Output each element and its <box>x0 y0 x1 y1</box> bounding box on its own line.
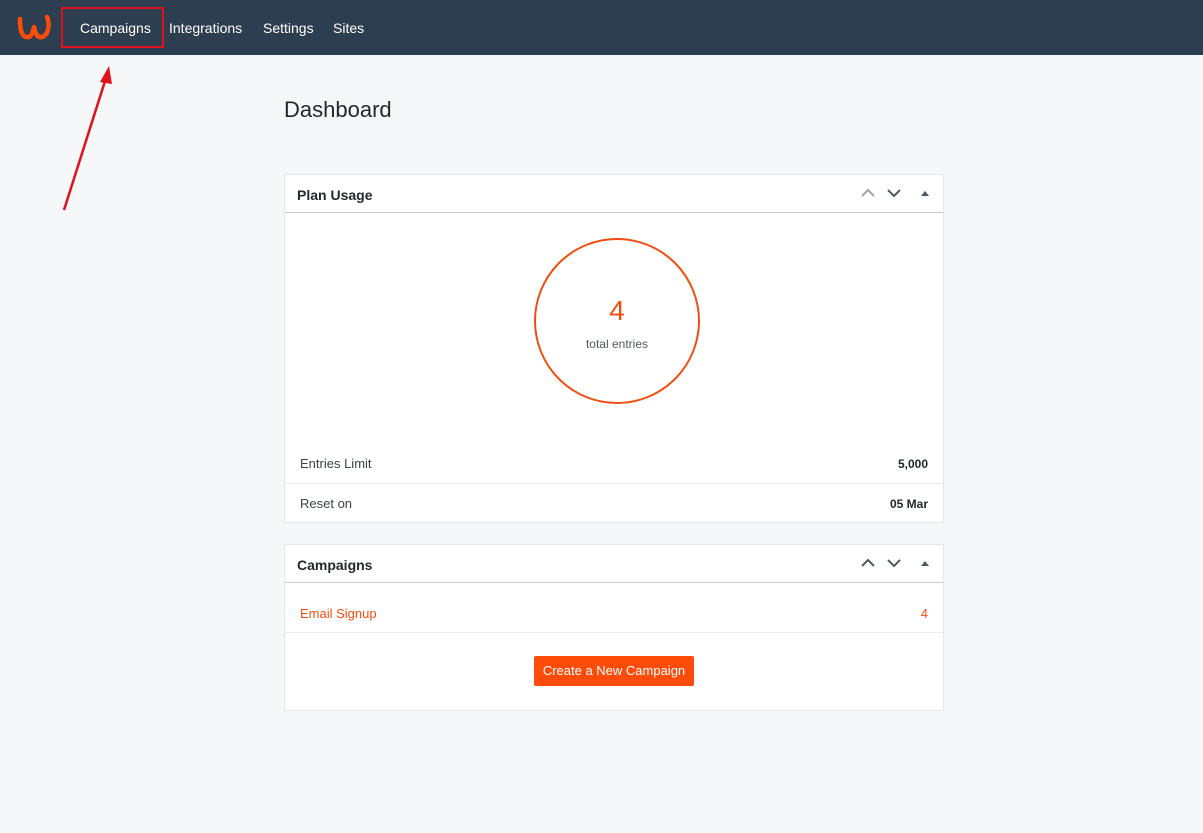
reset-on-value: 05 Mar <box>889 497 928 511</box>
move-down-icon[interactable] <box>885 554 903 572</box>
campaign-entry-count: 4 <box>920 606 928 621</box>
panel-header: Campaigns <box>285 545 943 583</box>
move-up-icon[interactable] <box>859 554 877 572</box>
create-campaign-button[interactable]: Create a New Campaign <box>534 656 694 686</box>
nav-integrations[interactable]: Integrations <box>169 0 242 55</box>
entries-limit-value: 5,000 <box>897 457 928 471</box>
total-entries-value: 4 <box>609 295 625 326</box>
w-brand-logo-icon[interactable] <box>17 13 53 43</box>
panel-header: Plan Usage <box>285 175 943 213</box>
campaign-link[interactable]: Email Signup <box>300 606 377 621</box>
reset-on-label: Reset on <box>300 496 353 511</box>
reset-on-row: Reset on 05 Mar <box>285 484 943 524</box>
campaigns-panel: Campaigns Email Signup 4 Create a New Ca… <box>284 544 944 711</box>
total-entries-label: total entries <box>585 337 649 351</box>
list-item: Email Signup 4 <box>285 594 943 633</box>
collapse-toggle-icon[interactable] <box>916 554 934 572</box>
entries-limit-label: Entries Limit <box>300 456 372 471</box>
nav-campaigns[interactable]: Campaigns <box>80 0 151 55</box>
panel-title: Campaigns <box>297 557 373 573</box>
entries-limit-row: Entries Limit 5,000 <box>285 444 943 484</box>
nav-settings[interactable]: Settings <box>263 0 314 55</box>
nav-sites[interactable]: Sites <box>333 0 364 55</box>
page-title: Dashboard <box>284 97 392 122</box>
total-entries-circle: 4 total entries <box>534 238 700 404</box>
move-down-icon[interactable] <box>885 184 903 202</box>
collapse-toggle-icon[interactable] <box>916 184 934 202</box>
plan-usage-panel: Plan Usage 4 total entries Entries Limit… <box>284 174 944 523</box>
panel-title: Plan Usage <box>297 187 373 203</box>
move-up-icon[interactable] <box>859 184 877 202</box>
top-navigation-bar: Campaigns Integrations Settings Sites <box>0 0 1203 55</box>
